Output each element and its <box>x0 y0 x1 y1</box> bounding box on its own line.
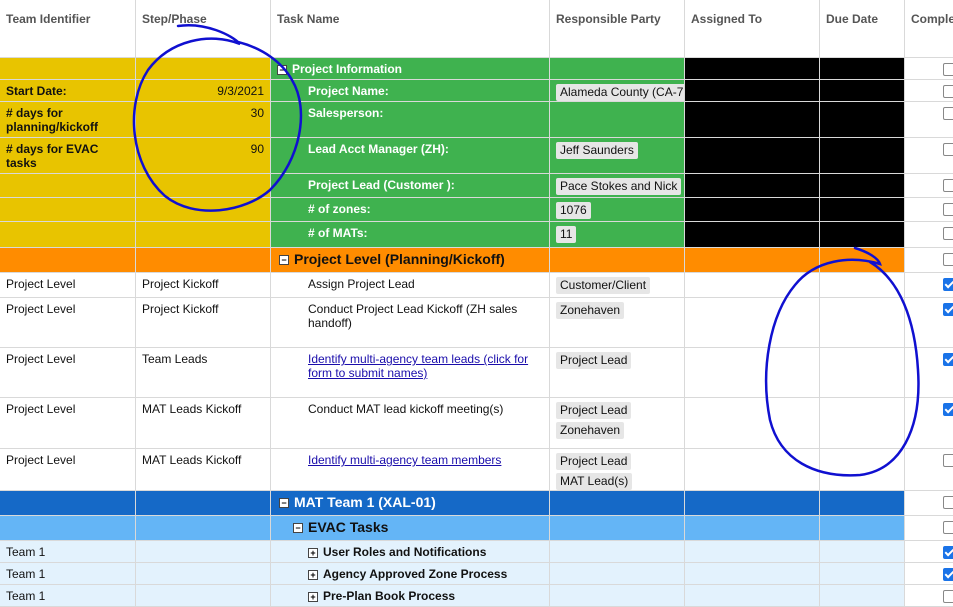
responsible-party-tag[interactable]: MAT Lead(s) <box>556 473 633 490</box>
complete-checkbox[interactable] <box>943 521 953 534</box>
complete-checkbox[interactable] <box>943 253 953 266</box>
table-row: Project Level MAT Leads Kickoff Conduct … <box>0 398 953 449</box>
column-header-due[interactable]: Due Date <box>820 0 905 58</box>
responsible-party-tag[interactable]: Project Lead <box>556 402 632 419</box>
complete-checkbox[interactable] <box>943 496 953 509</box>
row-planning-days: # days for planning/kickoff 30 Salespers… <box>0 102 953 138</box>
zones-value[interactable]: 1076 <box>556 202 591 219</box>
task-grid: Team Identifier Step/Phase Task Name Res… <box>0 0 953 607</box>
row-mats: # of MATs: 11 <box>0 222 953 248</box>
row-project-lead: Project Lead (Customer ): Pace Stokes an… <box>0 174 953 198</box>
planning-days-value[interactable]: 30 <box>136 102 271 138</box>
responsible-party-tag[interactable]: Zonehaven <box>556 302 625 319</box>
table-row: Team 1 + User Roles and Notifications <box>0 541 953 563</box>
collapse-toggle-icon[interactable]: − <box>293 523 303 534</box>
project-lead-value[interactable]: Pace Stokes and Nick <box>556 178 682 195</box>
row-start-date: Start Date: 9/3/2021 Project Name: Alame… <box>0 80 953 102</box>
complete-checkbox[interactable] <box>943 403 953 416</box>
table-row: Team 1 + Agency Approved Zone Process <box>0 563 953 585</box>
complete-checkbox[interactable] <box>943 546 953 559</box>
complete-checkbox[interactable] <box>943 63 953 76</box>
complete-checkbox[interactable] <box>943 278 953 291</box>
column-header-complete[interactable]: Complete <box>905 0 953 58</box>
complete-checkbox[interactable] <box>943 227 953 240</box>
complete-checkbox[interactable] <box>943 143 953 156</box>
lead-acct-manager-label: Lead Acct Manager (ZH): <box>271 138 550 174</box>
table-row: Team 1 + Pre-Plan Book Process <box>0 585 953 607</box>
planning-days-label: # days for planning/kickoff <box>0 102 136 138</box>
project-level-title[interactable]: − Project Level (Planning/Kickoff) <box>271 248 550 273</box>
responsible-party-tag[interactable]: Zonehaven <box>556 422 625 439</box>
row-zones: # of zones: 1076 <box>0 198 953 222</box>
team-leads-form-link[interactable]: Identify multi-agency team leads (click … <box>308 352 528 380</box>
table-row: Project Level MAT Leads Kickoff Identify… <box>0 449 953 491</box>
team-members-link[interactable]: Identify multi-agency team members <box>308 453 501 467</box>
column-header-responsible[interactable]: Responsible Party <box>550 0 685 58</box>
salesperson-label: Salesperson: <box>271 102 550 138</box>
complete-checkbox[interactable] <box>943 353 953 366</box>
row-evac-header: − EVAC Tasks <box>0 516 953 541</box>
expand-toggle-icon[interactable]: + <box>308 547 318 558</box>
zones-label: # of zones: <box>271 198 550 222</box>
evac-tasks-title[interactable]: − EVAC Tasks <box>271 516 550 541</box>
evac-days-label: # days for EVAC tasks <box>0 138 136 174</box>
complete-checkbox[interactable] <box>943 203 953 216</box>
start-date-value[interactable]: 9/3/2021 <box>136 80 271 102</box>
complete-checkbox[interactable] <box>943 590 953 603</box>
column-header-task[interactable]: Task Name <box>271 0 550 58</box>
responsible-party-tag[interactable]: Project Lead <box>556 453 632 470</box>
column-header-row: Team Identifier Step/Phase Task Name Res… <box>0 0 953 58</box>
evac-days-value[interactable]: 90 <box>136 138 271 174</box>
column-header-team[interactable]: Team Identifier <box>0 0 136 58</box>
table-row: Project Level Project Kickoff Conduct Pr… <box>0 298 953 348</box>
table-row: Project Level Project Kickoff Assign Pro… <box>0 273 953 298</box>
complete-checkbox[interactable] <box>943 568 953 581</box>
responsible-party-tag[interactable]: Project Lead <box>556 352 632 369</box>
project-name-value[interactable]: Alameda County (CA-7 <box>556 84 684 101</box>
lead-acct-manager-value[interactable]: Jeff Saunders <box>556 142 638 159</box>
expand-toggle-icon[interactable]: + <box>308 591 318 602</box>
project-name-label: Project Name: <box>271 80 550 102</box>
project-lead-label: Project Lead (Customer ): <box>271 174 550 198</box>
column-header-step[interactable]: Step/Phase <box>136 0 271 58</box>
complete-checkbox[interactable] <box>943 303 953 316</box>
complete-checkbox[interactable] <box>943 85 953 98</box>
row-evac-days: # days for EVAC tasks 90 Lead Acct Manag… <box>0 138 953 174</box>
collapse-toggle-icon[interactable]: − <box>279 498 289 509</box>
complete-checkbox[interactable] <box>943 179 953 192</box>
complete-checkbox[interactable] <box>943 454 953 467</box>
project-information-title[interactable]: − Project Information <box>271 58 550 80</box>
mats-label: # of MATs: <box>271 222 550 248</box>
responsible-party-tag[interactable]: Customer/Client <box>556 277 651 294</box>
collapse-toggle-icon[interactable]: − <box>279 255 289 266</box>
table-row: Project Level Team Leads Identify multi-… <box>0 348 953 398</box>
row-mat-team-header: − MAT Team 1 (XAL-01) <box>0 491 953 516</box>
row-project-level-header: − Project Level (Planning/Kickoff) <box>0 248 953 273</box>
collapse-toggle-icon[interactable]: − <box>277 64 287 75</box>
expand-toggle-icon[interactable]: + <box>308 569 318 580</box>
column-header-assigned[interactable]: Assigned To <box>685 0 820 58</box>
row-project-information: − Project Information <box>0 58 953 80</box>
salesperson-value[interactable] <box>550 102 685 138</box>
start-date-label: Start Date: <box>0 80 136 102</box>
mats-value[interactable]: 11 <box>556 226 577 243</box>
complete-checkbox[interactable] <box>943 107 953 120</box>
mat-team-title[interactable]: − MAT Team 1 (XAL-01) <box>271 491 550 516</box>
